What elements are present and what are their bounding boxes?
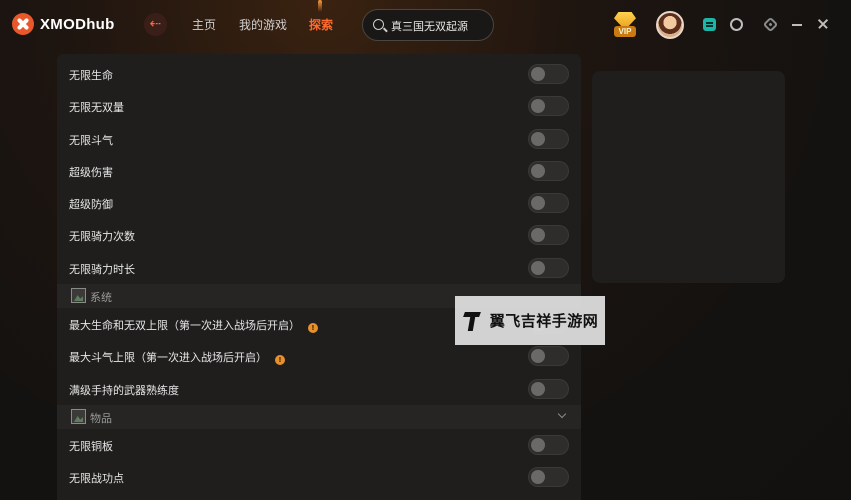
chevron-down-icon[interactable] (557, 409, 567, 419)
cheat-toggle[interactable] (528, 467, 569, 488)
image-placeholder-icon (71, 288, 86, 304)
search-input[interactable] (391, 16, 489, 36)
cheat-label: 无限生命 (69, 69, 113, 82)
nav-active-indicator (318, 0, 322, 12)
cheat-row: 无限斗气 (57, 123, 581, 155)
cheat-row: 无限战功点 (57, 461, 581, 493)
xmod-logo-icon (12, 13, 34, 35)
cheat-toggle[interactable] (528, 434, 569, 455)
cheat-row: 最大斗气上限（第一次进入战场后开启）! (57, 340, 581, 372)
cheat-label: 最大生命和无双上限（第一次进入战场后开启）! (69, 317, 318, 334)
cheat-label: 最大斗气上限（第一次进入战场后开启）! (69, 349, 285, 366)
game-info-panel (592, 71, 785, 283)
watermark-logo-icon (462, 310, 482, 332)
menu-badge-icon[interactable] (703, 18, 716, 31)
cheat-label: 满级手持的武器熟练度 (69, 383, 179, 397)
image-placeholder-icon (71, 408, 86, 424)
cheat-row: 无限无双量 (57, 90, 581, 122)
minimize-icon[interactable] (792, 24, 802, 26)
cheat-label: 超级伤害 (69, 165, 113, 179)
info-icon[interactable]: ! (275, 355, 285, 366)
cheat-row: 无限骑力次数 (57, 219, 581, 251)
cheat-label: 无限斗气 (69, 133, 113, 147)
cheat-label: 无限无双量 (69, 101, 124, 115)
app-title: XMODhub (40, 15, 115, 33)
cheat-toggle[interactable] (528, 378, 569, 399)
cheat-toggle[interactable] (528, 257, 569, 278)
cheat-label: 无限骑力时长 (69, 262, 135, 276)
section-title: 物品 (90, 411, 112, 425)
settings-icon[interactable] (762, 16, 779, 33)
section-header-items[interactable]: 物品 (57, 404, 581, 429)
cheat-toggle[interactable] (528, 225, 569, 246)
app-logo[interactable]: XMODhub (12, 13, 115, 35)
cheat-label: 无限铜板 (69, 439, 113, 453)
cheat-row: 满级手持的武器熟练度 (57, 373, 581, 405)
top-bar: XMODhub ⇠ 主页 我的游戏 探索 VIP (0, 0, 851, 50)
cheat-row: 超级伤害 (57, 155, 581, 187)
back-button[interactable]: ⇠ (144, 13, 167, 36)
cheat-label: 无限战功点 (69, 472, 124, 486)
search-icon (373, 19, 384, 30)
notification-icon[interactable] (730, 18, 743, 31)
cheat-toggle[interactable] (528, 128, 569, 149)
vip-badge[interactable]: VIP (611, 11, 639, 39)
cheat-row: 无限生命 (57, 58, 581, 90)
section-title: 系统 (90, 291, 112, 305)
nav-explore[interactable]: 探索 (309, 16, 333, 33)
info-icon[interactable]: ! (308, 323, 318, 334)
avatar[interactable] (656, 11, 684, 39)
vip-label: VIP (614, 26, 636, 37)
cheat-label: 超级防御 (69, 198, 113, 212)
cheat-toggle[interactable] (528, 160, 569, 181)
cheat-toggle[interactable] (528, 193, 569, 214)
cheat-row: 超级防御 (57, 187, 581, 219)
cheat-toggle[interactable] (528, 346, 569, 367)
cheat-toggle[interactable] (528, 64, 569, 84)
nav-my-games[interactable]: 我的游戏 (239, 16, 287, 33)
nav-home[interactable]: 主页 (192, 16, 216, 33)
close-icon[interactable] (817, 18, 829, 30)
cheat-row: 无限铜板 (57, 429, 581, 461)
cheat-label: 无限骑力次数 (69, 230, 135, 244)
cheat-row: 无限骑力时长 (57, 252, 581, 284)
watermark-text: 翼飞吉祥手游网 (489, 312, 599, 330)
arrow-left-icon: ⇠ (149, 16, 162, 32)
cheat-toggle[interactable] (528, 96, 569, 117)
cheat-list-panel[interactable]: 无限生命 无限无双量 无限斗气 超级伤害 超级防御 无限骑力次数 无限骑力时长 … (57, 54, 581, 500)
watermark: 翼飞吉祥手游网 (455, 296, 605, 345)
search-box[interactable] (362, 9, 494, 41)
